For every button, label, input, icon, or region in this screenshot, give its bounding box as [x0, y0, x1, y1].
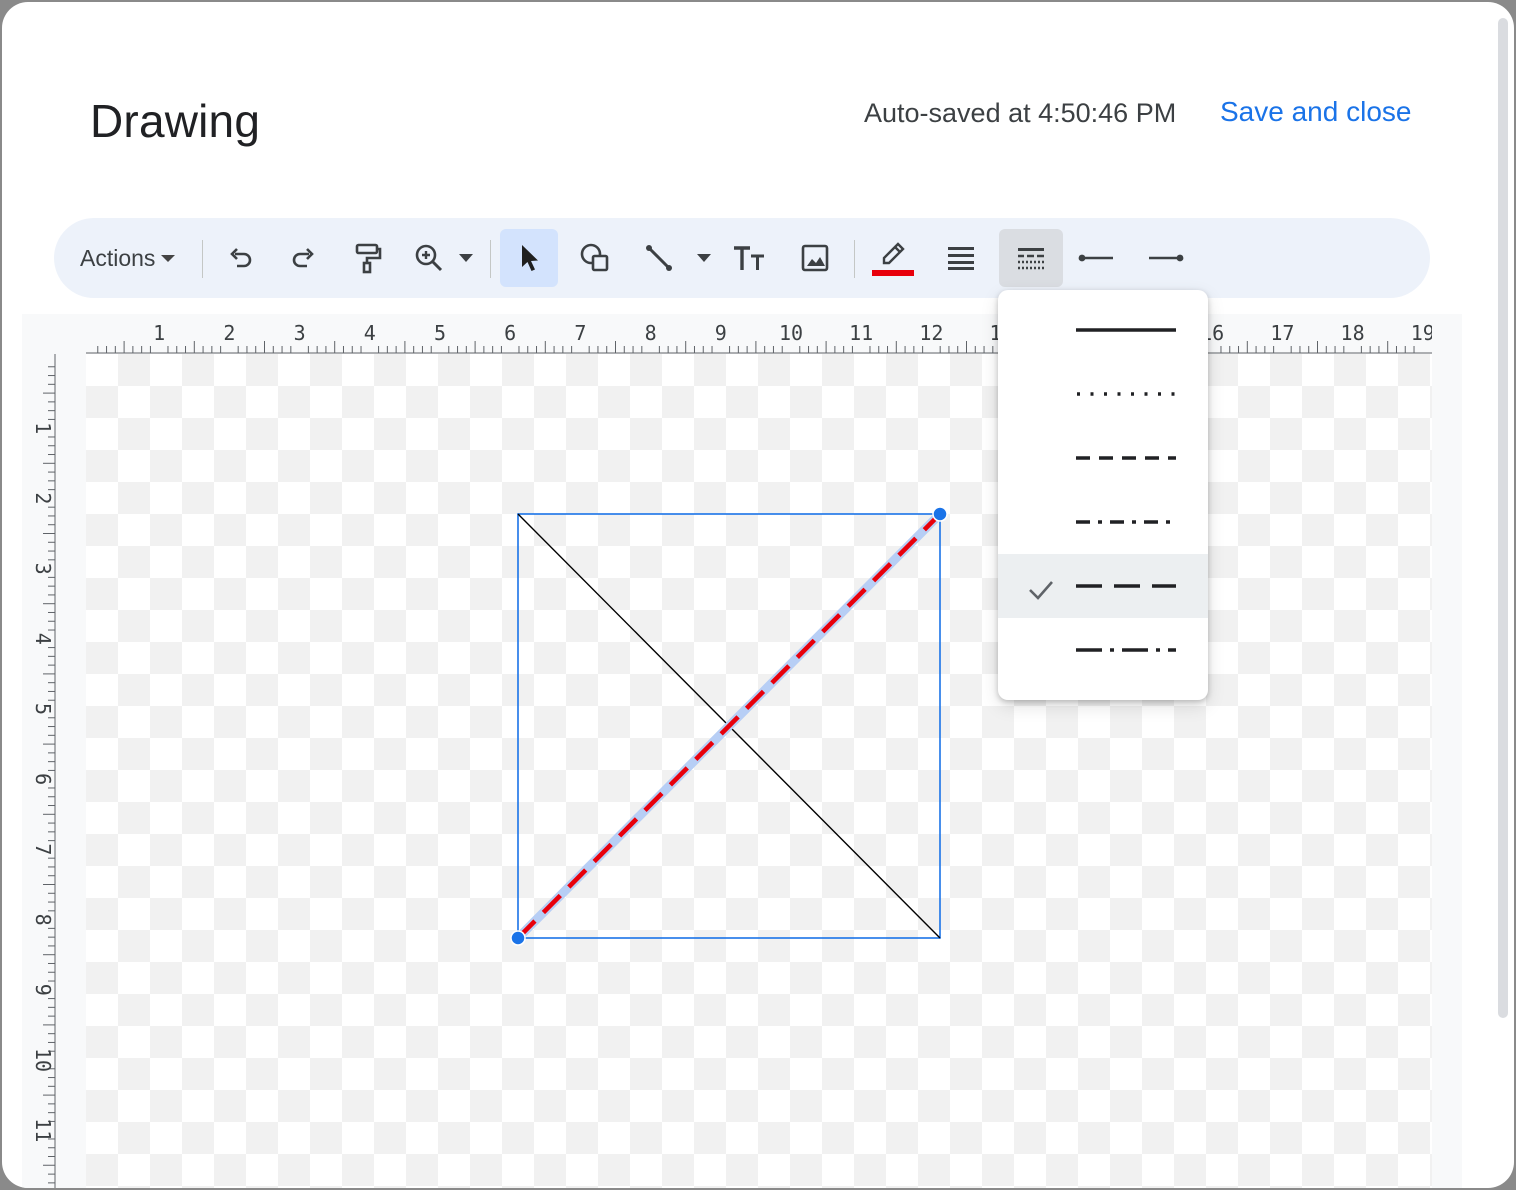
ruler-label: 3: [31, 563, 55, 575]
line-dash-button[interactable]: [999, 229, 1063, 287]
zoom-button[interactable]: [400, 229, 458, 287]
ruler-label: 11: [849, 321, 873, 345]
image-icon: [801, 244, 829, 272]
ruler-label: 3: [294, 321, 306, 345]
ruler-label: 2: [31, 492, 55, 504]
pointer-icon: [522, 245, 538, 271]
line-end-button[interactable]: [1136, 229, 1194, 287]
ruler-label: 10: [779, 321, 803, 345]
ruler-label: 11: [31, 1118, 55, 1142]
ruler-label: 5: [434, 321, 446, 345]
ruler-label: 1: [31, 422, 55, 434]
drawing-dialog: Drawing Auto-saved at 4:50:46 PM Save an…: [2, 2, 1514, 1188]
toolbar-divider: [490, 240, 491, 278]
ruler-label: 12: [919, 321, 943, 345]
ruler-label: 2: [223, 321, 235, 345]
chevron-down-icon: [697, 254, 711, 262]
line-button[interactable]: [630, 229, 688, 287]
actions-menu-button[interactable]: Actions: [80, 218, 176, 298]
image-button[interactable]: [786, 229, 844, 287]
line-end-icon: [1149, 254, 1184, 262]
dash-option-long-dash[interactable]: [998, 554, 1208, 618]
dash-option-dash-dot[interactable]: [998, 490, 1208, 554]
line-start-button[interactable]: [1068, 229, 1126, 287]
text-box-button[interactable]: [720, 229, 778, 287]
select-button[interactable]: [500, 229, 558, 287]
ruler-label: 18: [1341, 321, 1365, 345]
autosave-status: Auto-saved at 4:50:46 PM: [864, 98, 1177, 128]
line-color-swatch: [872, 270, 914, 276]
ruler-label: 17: [1270, 321, 1294, 345]
drawing-canvas[interactable]: [86, 354, 1432, 1188]
drawing-layer: [510, 506, 948, 946]
ruler-label: 1: [153, 321, 165, 345]
line-dash-icon: [1018, 248, 1044, 270]
ruler-label: 10: [31, 1048, 55, 1072]
actions-label: Actions: [80, 244, 156, 271]
ruler-label: 6: [504, 321, 516, 345]
horizontal-ruler: 12345678910111213141516171819: [86, 321, 1432, 354]
line-start-handle[interactable]: [510, 930, 526, 946]
line-start-icon: [1078, 254, 1113, 262]
ruler-label: 4: [31, 633, 55, 645]
ruler-label: 7: [31, 843, 55, 855]
ruler-label: 4: [364, 321, 376, 345]
dash-option-dotted[interactable]: [998, 362, 1208, 426]
ruler-label: 7: [574, 321, 586, 345]
undo-button[interactable]: [212, 229, 270, 287]
zoom-dropdown-button[interactable]: [454, 218, 478, 298]
dialog-title: Drawing: [90, 95, 261, 147]
ruler-label: 9: [31, 984, 55, 996]
line-icon: [646, 245, 672, 271]
ruler-label: 6: [31, 773, 55, 785]
check-icon: [1029, 581, 1053, 600]
drawing-toolbar: Actions: [54, 218, 1430, 298]
paint-roller-icon: [355, 243, 382, 274]
toolbar-divider: [202, 240, 203, 278]
shape-button[interactable]: [566, 229, 624, 287]
dialog-scrollbar[interactable]: [1498, 18, 1508, 1018]
dash-option-dashed[interactable]: [998, 426, 1208, 490]
line-weight-icon: [948, 247, 974, 270]
chevron-down-icon: [459, 254, 473, 262]
ruler-label: 5: [31, 703, 55, 715]
shapes-icon: [580, 243, 609, 272]
redo-button[interactable]: [274, 229, 332, 287]
redo-icon: [292, 248, 314, 268]
pencil-icon: [872, 242, 914, 276]
ruler-label: 9: [715, 321, 727, 345]
ruler-label: 8: [645, 321, 657, 345]
zoom-in-icon: [415, 244, 443, 272]
undo-icon: [230, 248, 252, 268]
line-dash-menu: [998, 290, 1208, 700]
vertical-ruler: 1 2 3 4 5 6 7 8 9 10 11: [31, 354, 56, 1188]
line-color-button[interactable]: [864, 229, 922, 287]
line-weight-button[interactable]: [932, 229, 990, 287]
dash-option-long-dash-dot[interactable]: [998, 618, 1208, 682]
ruler-label: 19: [1411, 321, 1432, 345]
dash-option-solid[interactable]: [998, 298, 1208, 362]
toolbar-divider: [854, 240, 855, 278]
line-dropdown-button[interactable]: [692, 218, 716, 298]
text-box-icon: [734, 246, 764, 270]
chevron-down-icon: [161, 254, 176, 262]
save-and-close-button[interactable]: Save and close: [1220, 96, 1411, 128]
line-end-handle[interactable]: [932, 506, 948, 522]
paint-format-button[interactable]: [338, 229, 396, 287]
ruler-label: 8: [31, 914, 55, 926]
